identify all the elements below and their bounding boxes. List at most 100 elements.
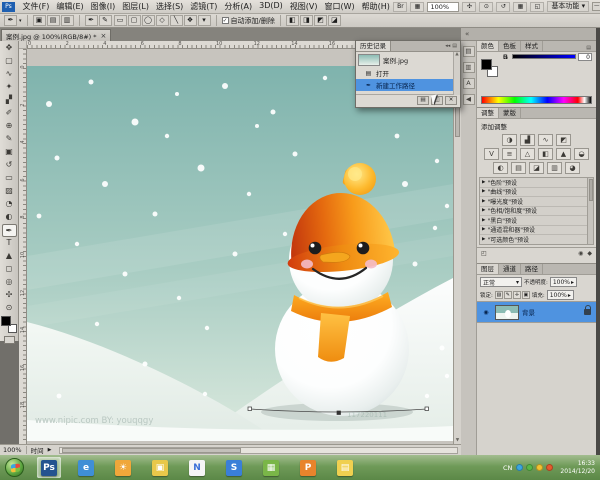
vertical-scrollbar[interactable]: ▲ ▼ — [453, 49, 461, 444]
curves-adjustment[interactable]: ∿ — [538, 134, 553, 146]
quick-selection-tool[interactable]: ✦ — [2, 81, 17, 94]
exposure-adjustment[interactable]: ◩ — [556, 134, 571, 146]
panel-tab[interactable]: 图层 — [477, 264, 499, 274]
crop-tool[interactable]: ▞ — [2, 94, 17, 107]
color-spectrum-ramp[interactable] — [481, 96, 592, 104]
close-icon[interactable]: × — [101, 32, 107, 40]
document-canvas[interactable]: www.nipic.com BY: youqqgy 117220111 — [27, 66, 453, 441]
preset-row[interactable]: ▶ "黑白"预设 — [480, 216, 590, 226]
menu-item[interactable]: 编辑(E) — [53, 1, 87, 12]
color-swatches[interactable] — [1, 316, 17, 333]
start-button[interactable] — [5, 458, 24, 477]
posterize-adjustment[interactable]: ▤ — [511, 162, 526, 174]
channel-value[interactable]: 0 — [578, 52, 592, 61]
scroll-up-icon[interactable]: ▲ — [455, 52, 458, 57]
collapsed-panel-navigator-icon[interactable]: ▤ — [462, 46, 475, 57]
history-snapshot-row[interactable]: 案例.jpg — [356, 52, 460, 67]
menu-item[interactable]: 图层(L) — [119, 1, 153, 12]
collapsed-character-panel-icon[interactable]: A — [462, 78, 475, 89]
channel-mixer-adjustment[interactable]: ◒ — [574, 148, 589, 160]
paths-button[interactable]: ▤ — [46, 15, 60, 26]
marquee-tool[interactable]: ▢ — [2, 55, 17, 68]
move-tool[interactable]: ✥ — [2, 42, 17, 55]
menu-item[interactable]: 文件(F) — [19, 1, 53, 12]
taskbar-ie-button[interactable]: e — [74, 457, 98, 478]
opacity-value[interactable]: 100% ▸ — [549, 277, 578, 287]
blend-mode-select[interactable]: 正常 ▾ — [480, 277, 522, 287]
panel-tab[interactable]: 通道 — [499, 264, 521, 274]
status-info-label[interactable]: 时间 — [31, 445, 44, 455]
shape-tool[interactable]: ◻ — [2, 263, 17, 276]
view-extras-button[interactable]: ▦ — [410, 1, 425, 12]
clock[interactable]: 16:33 2014/12/20 — [557, 460, 595, 476]
clone-stamp-tool[interactable]: ▣ — [2, 146, 17, 159]
panel-menu-icon[interactable]: ▤ — [586, 43, 594, 51]
layer-thumbnail[interactable] — [495, 304, 519, 320]
fill-pixels-button[interactable]: ▥ — [60, 15, 74, 26]
lock-position-icon[interactable]: ✛ — [512, 291, 521, 299]
invert-adjustment[interactable]: ◐ — [493, 162, 508, 174]
presets-scrollbar[interactable] — [587, 178, 593, 244]
taskbar-notes-app-button[interactable]: N — [185, 457, 209, 478]
window-button[interactable]: — — [592, 2, 600, 11]
collapsed-paragraph-panel-icon[interactable]: ◀ — [462, 94, 475, 105]
pen-tool-button[interactable]: ✒ — [84, 15, 98, 26]
taskbar-folder-button[interactable]: ▣ — [148, 457, 172, 478]
foreground-color-swatch[interactable] — [481, 59, 492, 70]
lock-all-icon[interactable]: ▣ — [521, 291, 530, 299]
scrollbar-thumb[interactable] — [62, 447, 241, 453]
panel-tab[interactable]: 颜色 — [477, 41, 499, 51]
preset-row[interactable]: ▶ "通道混和器"预设 — [480, 226, 590, 235]
blur-tool[interactable]: ◔ — [2, 198, 17, 211]
photo-filter-adjustment[interactable]: ▲ — [556, 148, 571, 160]
history-state-row[interactable]: ✒ 新建工作路径 — [356, 79, 454, 91]
tray-icon[interactable] — [526, 464, 534, 471]
arrange-documents-button[interactable]: ▦ — [513, 1, 528, 12]
shape-options-caret[interactable]: ▾ — [197, 15, 211, 26]
delete-state-button[interactable]: ✕ — [445, 96, 457, 105]
history-brush-tool[interactable]: ↺ — [2, 159, 17, 172]
menu-item[interactable]: 滤镜(T) — [187, 1, 221, 12]
tray-icon[interactable] — [536, 464, 544, 471]
menu-item[interactable]: 视图(V) — [286, 1, 321, 12]
healing-brush-tool[interactable]: ⊕ — [2, 120, 17, 133]
type-tool[interactable]: T — [2, 237, 17, 250]
panel-tab[interactable]: 路径 — [521, 264, 543, 274]
fill-value[interactable]: 100% ▸ — [546, 290, 574, 300]
panel-tab[interactable]: 调整 — [477, 108, 499, 118]
menu-item[interactable]: 图像(I) — [87, 1, 119, 12]
zoom-tool-button[interactable]: ⊙ — [479, 1, 494, 12]
channel-slider[interactable] — [512, 54, 576, 59]
path-subtract-button[interactable]: ◨ — [299, 15, 313, 26]
polygon-shape-button[interactable]: ◇ — [155, 15, 169, 26]
panel-tab[interactable]: 样式 — [521, 41, 543, 51]
disclosure-triangle-icon[interactable]: ▶ — [482, 208, 485, 213]
tray-icon[interactable] — [546, 464, 554, 471]
brightness-contrast-adjustment[interactable]: ◑ — [502, 134, 517, 146]
path-selection-tool[interactable]: ▲ — [2, 250, 17, 263]
shape-layers-button[interactable]: ▣ — [32, 15, 46, 26]
disclosure-triangle-icon[interactable]: ▶ — [482, 189, 485, 194]
lasso-tool[interactable]: ∿ — [2, 68, 17, 81]
preset-row[interactable]: ▶ "可选颜色"预设 — [480, 235, 590, 244]
panel-menu-icon[interactable]: ▤ — [452, 43, 457, 49]
pen-tool[interactable]: ✒ — [1, 224, 17, 237]
disclosure-triangle-icon[interactable]: ▶ — [482, 237, 485, 242]
hand-tool[interactable]: ✣ — [2, 289, 17, 302]
brush-tool[interactable]: ✎ — [2, 133, 17, 146]
launch-bridge-button[interactable]: Br — [393, 1, 408, 12]
threshold-adjustment[interactable]: ◪ — [529, 162, 544, 174]
taskbar-weather-button[interactable]: ☀ — [111, 457, 135, 478]
current-tool-icon[interactable]: ✒ — [4, 15, 17, 26]
disclosure-triangle-icon[interactable]: ▶ — [482, 218, 485, 223]
preset-row[interactable]: ▶ "曝光度"预设 — [480, 197, 590, 207]
3d-rotate-tool[interactable]: ◎ — [2, 276, 17, 289]
collapsed-panel-info-icon[interactable]: ▥ — [462, 62, 475, 73]
disclosure-triangle-icon[interactable]: ▶ — [482, 180, 485, 185]
vibrance-adjustment[interactable]: V — [484, 148, 499, 160]
line-shape-button[interactable]: ╲ — [169, 15, 183, 26]
collapse-panel-icon[interactable]: ◂◂ — [445, 43, 450, 49]
preset-row[interactable]: ▶ "曲线"预设 — [480, 188, 590, 197]
workspace-switcher[interactable]: 基本功能 ▾ — [547, 1, 590, 12]
rectangle-shape-button[interactable]: ▭ — [113, 15, 127, 26]
